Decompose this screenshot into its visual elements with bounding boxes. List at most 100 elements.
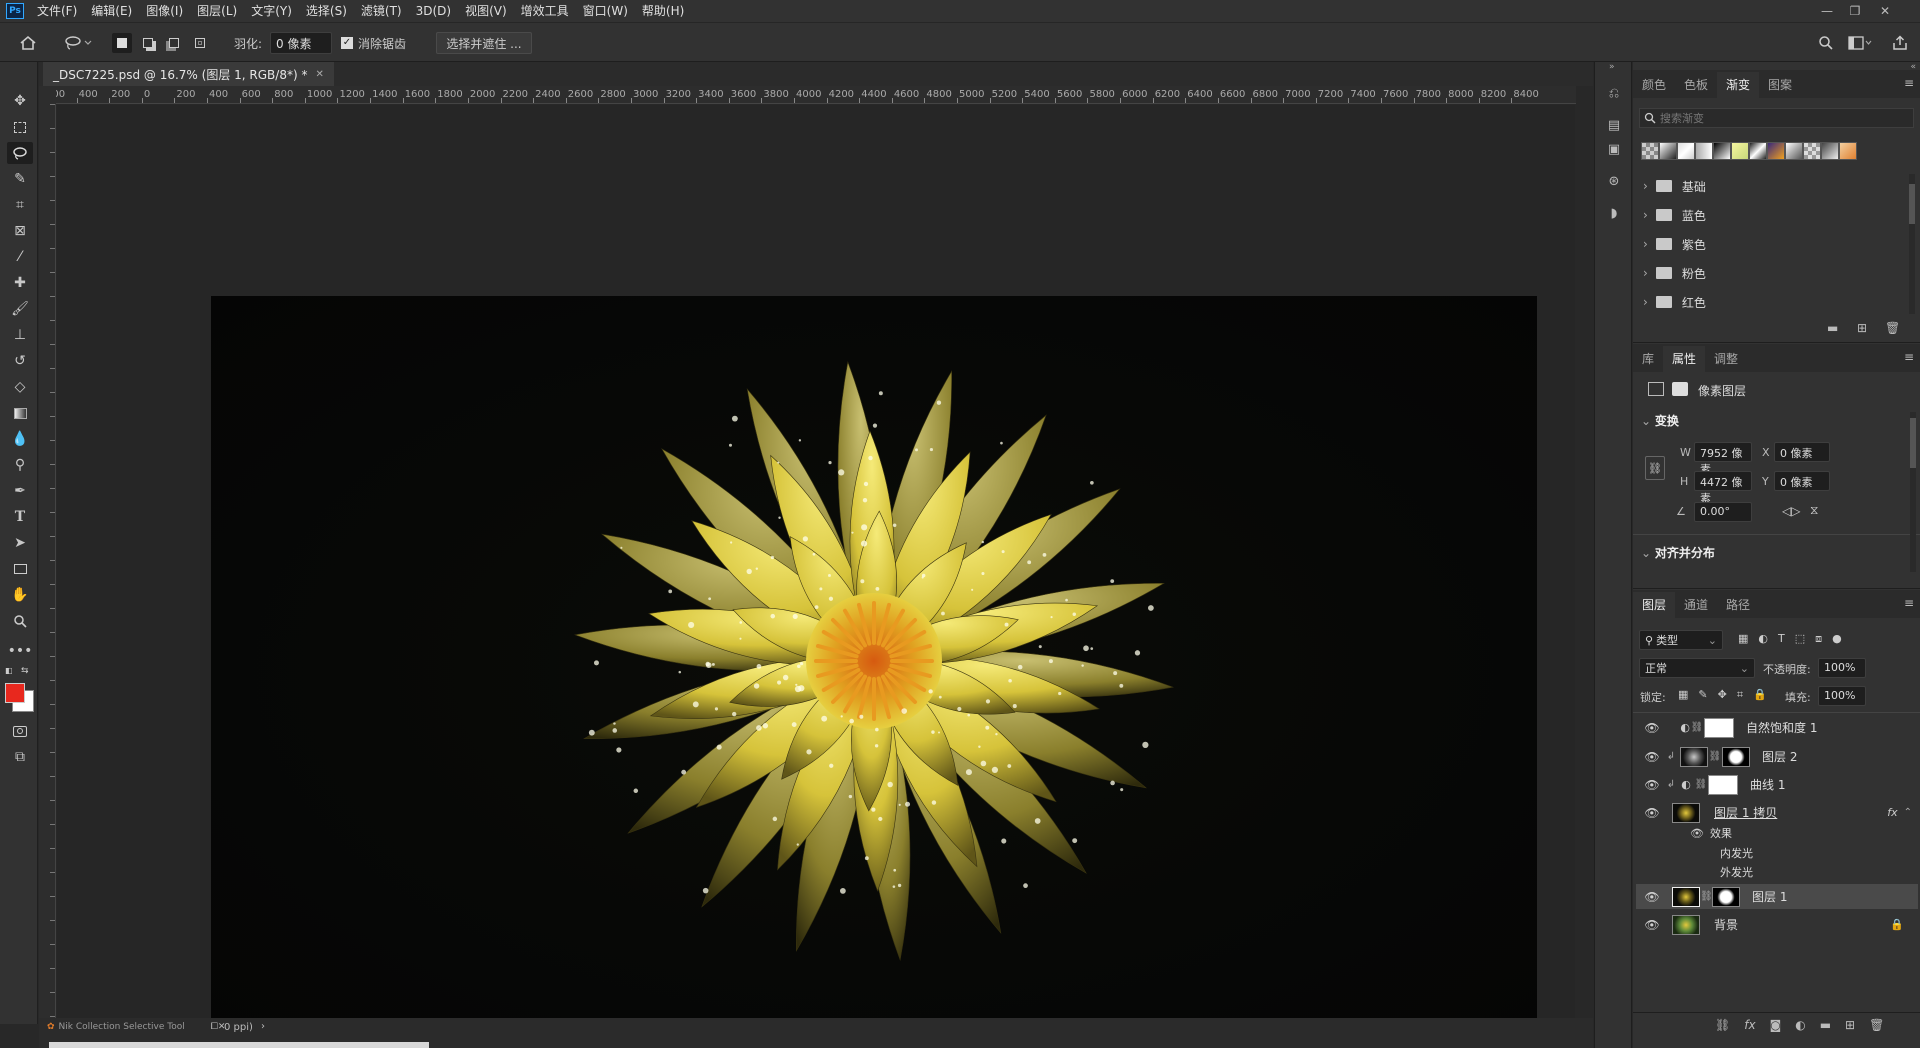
healing-brush-tool-icon[interactable]: ✚: [7, 272, 33, 294]
blend-mode-dropdown[interactable]: 正常 ⌄: [1639, 658, 1755, 678]
link-dimensions-icon[interactable]: ⛓: [1645, 456, 1665, 480]
frame-tool-icon[interactable]: ⊠: [7, 220, 33, 242]
dodge-tool-icon[interactable]: ⚲: [7, 454, 33, 476]
menu-plugins[interactable]: 增效工具: [514, 0, 576, 22]
gradients-panel-menu-icon[interactable]: ≡: [1904, 76, 1914, 90]
canvas-area[interactable]: [57, 105, 1575, 1042]
rectangle-tool-icon[interactable]: [7, 558, 33, 580]
lasso-preset-icon[interactable]: [60, 32, 96, 54]
close-icon[interactable]: ✕: [1872, 0, 1898, 22]
filter-toggle-icon[interactable]: ●: [1832, 632, 1842, 646]
type-tool-icon[interactable]: T: [7, 506, 33, 528]
layer-row[interactable]: 👁 图层 1 拷贝 fx ⌃: [1636, 801, 1918, 824]
new-selection-icon[interactable]: [112, 33, 132, 53]
gradient-swatch[interactable]: [1713, 142, 1731, 160]
filter-adjustment-icon[interactable]: ◐: [1758, 632, 1768, 646]
visibility-eye-icon[interactable]: 👁: [1644, 890, 1660, 904]
gradient-swatch[interactable]: [1641, 142, 1659, 160]
gradient-swatch[interactable]: [1821, 142, 1839, 160]
menu-view[interactable]: 视图(V): [458, 0, 514, 22]
quick-selection-tool-icon[interactable]: ✎: [7, 168, 33, 190]
properties-scrollbar[interactable]: [1910, 412, 1916, 572]
share-icon[interactable]: [1890, 32, 1910, 54]
mask-link-icon[interactable]: ⛓: [1700, 891, 1713, 902]
document-tab[interactable]: _DSC7225.psd @ 16.7% (图层 1, RGB/8*) * ✕: [43, 62, 334, 86]
photoshop-logo[interactable]: Ps: [6, 3, 24, 19]
antialias-checkbox[interactable]: ✓: [340, 32, 354, 54]
gradient-swatch[interactable]: [1803, 142, 1821, 160]
new-gradient-icon[interactable]: ⊞: [1857, 321, 1867, 335]
y-input[interactable]: 0 像素: [1774, 471, 1830, 491]
notes-panel-icon[interactable]: ▣: [1603, 138, 1625, 160]
menu-type[interactable]: 文字(Y): [244, 0, 299, 22]
fill-input[interactable]: 100%: [1818, 686, 1866, 706]
plugin-panel-icon[interactable]: ◗: [1603, 202, 1625, 224]
layer-mask-icon[interactable]: [1672, 382, 1688, 396]
intersect-selection-icon[interactable]: [190, 33, 210, 53]
plugin-panel-tab[interactable]: ✿ Nik Collection Selective Tool ⧠✕: [47, 1018, 225, 1036]
navigator-panel-icon[interactable]: ⊛: [1603, 170, 1625, 192]
flip-vertical-icon[interactable]: ⧖: [1810, 503, 1818, 518]
default-colors-icon[interactable]: ◧: [5, 666, 15, 675]
gradient-swatch[interactable]: [1767, 142, 1785, 160]
effects-row[interactable]: 👁 效果: [1636, 823, 1918, 843]
lock-all-icon[interactable]: 🔒: [1753, 688, 1767, 702]
gradient-group-blues[interactable]: › 蓝色: [1643, 203, 1706, 227]
link-layers-icon[interactable]: ⛓: [1715, 1018, 1730, 1032]
layers-panel-menu-icon[interactable]: ≡: [1904, 596, 1914, 610]
lock-artboard-icon[interactable]: ⌗: [1737, 688, 1743, 702]
layer-thumbnail[interactable]: [1672, 802, 1700, 823]
ruler-origin[interactable]: [39, 86, 56, 104]
tab-color[interactable]: 颜色: [1633, 72, 1675, 98]
menu-window[interactable]: 窗口(W): [576, 0, 635, 22]
collapse-panels-icon[interactable]: »: [1609, 62, 1615, 72]
lock-transparent-icon[interactable]: ▦: [1678, 688, 1688, 702]
gradient-swatch[interactable]: [1677, 142, 1695, 160]
flip-horizontal-icon[interactable]: ◁▷: [1782, 504, 1800, 518]
menu-select[interactable]: 选择(S): [299, 0, 354, 22]
layer-comps-icon[interactable]: ▤: [1603, 114, 1625, 136]
effect-eye-icon[interactable]: 👁: [1690, 827, 1704, 840]
gradient-tool-icon[interactable]: [7, 402, 33, 424]
new-layer-icon[interactable]: ⊞: [1845, 1018, 1855, 1032]
gradient-swatch[interactable]: [1785, 142, 1803, 160]
workspace-icon[interactable]: [1846, 32, 1874, 54]
tab-patterns[interactable]: 图案: [1759, 72, 1801, 98]
angle-input[interactable]: 0.00°: [1694, 502, 1752, 522]
feather-input[interactable]: 0 像素: [270, 32, 332, 54]
width-input[interactable]: 7952 像素: [1694, 442, 1752, 476]
clone-stamp-tool-icon[interactable]: ⊥: [7, 324, 33, 346]
layer-row-selected[interactable]: 👁 ⛓ 图层 1: [1636, 884, 1918, 909]
layer-row[interactable]: 👁 ◐ ⛓ 自然饱和度 1: [1636, 716, 1918, 739]
visibility-eye-icon[interactable]: 👁: [1644, 778, 1660, 792]
new-fill-adjustment-icon[interactable]: ◐: [1795, 1018, 1805, 1032]
gradient-search-field[interactable]: 搜索渐变: [1639, 108, 1914, 128]
gradient-swatch[interactable]: [1695, 142, 1713, 160]
new-group-icon[interactable]: ▬: [1820, 1018, 1831, 1032]
effect-row[interactable]: 外发光: [1636, 862, 1918, 881]
move-tool-icon[interactable]: ✥: [7, 90, 33, 112]
visibility-eye-icon[interactable]: 👁: [1644, 721, 1660, 735]
lock-image-icon[interactable]: ✎: [1698, 688, 1707, 702]
menu-help[interactable]: 帮助(H): [635, 0, 691, 22]
horizontal-scrollbar-thumb[interactable]: [49, 1042, 429, 1048]
marquee-tool-icon[interactable]: [7, 116, 33, 138]
effect-row[interactable]: 内发光: [1636, 843, 1918, 862]
hand-tool-icon[interactable]: ✋: [7, 584, 33, 606]
delete-gradient-icon[interactable]: 🗑: [1885, 321, 1900, 335]
tab-properties[interactable]: 属性: [1663, 346, 1706, 372]
align-distribute-section[interactable]: ⌄ 对齐并分布: [1641, 544, 1715, 561]
menu-edit[interactable]: 编辑(E): [84, 0, 139, 22]
layer-fx-icon[interactable]: fx: [1887, 806, 1897, 819]
menu-filter[interactable]: 滤镜(T): [354, 0, 409, 22]
minimize-icon[interactable]: —: [1814, 0, 1840, 22]
opacity-input[interactable]: 100%: [1818, 658, 1866, 678]
delete-layer-icon[interactable]: 🗑: [1869, 1018, 1884, 1032]
screen-mode-icon[interactable]: ⧉: [7, 746, 33, 768]
menu-3d[interactable]: 3D(D): [409, 0, 458, 22]
tab-libraries[interactable]: 库: [1633, 346, 1663, 372]
expand-effects-icon[interactable]: ⌃: [1904, 807, 1912, 818]
gradient-swatch[interactable]: [1749, 142, 1767, 160]
filter-smart-object-icon[interactable]: ⧈: [1815, 632, 1822, 646]
gradient-swatch[interactable]: [1731, 142, 1749, 160]
